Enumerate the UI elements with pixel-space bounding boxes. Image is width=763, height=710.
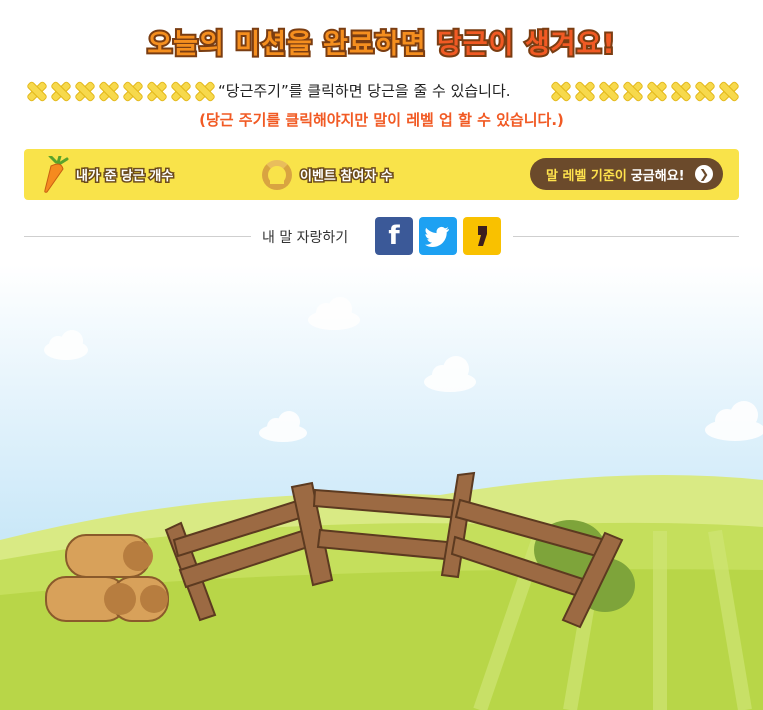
x-icon xyxy=(194,81,213,100)
carrot-count-label: 내가 준 당근 개수 xyxy=(74,168,174,186)
x-icon xyxy=(622,81,641,100)
level-criteria-button[interactable]: 말 레벨 기준이 궁금해요! ❯ xyxy=(530,158,723,190)
twitter-share-button[interactable] xyxy=(419,217,457,255)
x-icon xyxy=(694,81,713,100)
participants-label: 이벤트 참여자 수 xyxy=(299,168,395,186)
x-icon xyxy=(74,81,93,100)
x-icon xyxy=(646,81,665,100)
level-button-highlight: 말 레벨 기준이 xyxy=(546,168,627,184)
chevron-right-icon: ❯ xyxy=(695,165,713,183)
x-icon xyxy=(98,81,117,100)
farm-scene xyxy=(0,265,763,710)
facebook-share-button[interactable]: f xyxy=(375,217,413,255)
x-icon xyxy=(718,81,737,100)
page-title: 오늘의 미션을 완료하면 당근이 생겨요! xyxy=(0,22,763,62)
carrot-count-stat: 내가 준 당근 개수 xyxy=(42,149,175,200)
x-icon xyxy=(146,81,165,100)
share-label: 내 말 자랑하기 xyxy=(262,230,349,246)
divider-right xyxy=(513,236,739,237)
title-part2: 당근이 생겨요! xyxy=(435,27,617,62)
level-button-text: 궁금해요! xyxy=(630,168,685,184)
level-up-note: (당근 주기를 클릭해야지만 말이 레벨 업 할 수 있습니다.) xyxy=(199,111,564,129)
title-part1: 오늘의 미션을 완료하면 xyxy=(145,27,427,62)
x-icon xyxy=(598,81,617,100)
x-icon xyxy=(170,81,189,100)
x-icon xyxy=(550,81,569,100)
participants-stat: 이벤트 참여자 수 xyxy=(262,149,395,200)
carrot-icon xyxy=(42,154,70,194)
x-icon xyxy=(26,81,45,100)
stats-bar: 내가 준 당근 개수 이벤트 참여자 수 말 레벨 기준이 궁금해요! ❯ xyxy=(24,149,739,200)
x-icon xyxy=(50,81,69,100)
horseshoe-icon xyxy=(262,159,292,190)
decorative-x-row-left xyxy=(26,81,213,100)
decorative-x-row-right xyxy=(550,81,737,100)
instruction-text: “당근주기”를 클릭하면 당근을 줄 수 있습니다. xyxy=(218,82,511,100)
divider-left xyxy=(24,236,251,237)
kakaostory-share-button[interactable] xyxy=(463,217,501,255)
x-icon xyxy=(670,81,689,100)
twitter-icon xyxy=(425,226,449,247)
x-icon xyxy=(574,81,593,100)
kakaostory-icon xyxy=(478,226,487,246)
x-icon xyxy=(122,81,141,100)
facebook-icon: f xyxy=(388,221,400,251)
